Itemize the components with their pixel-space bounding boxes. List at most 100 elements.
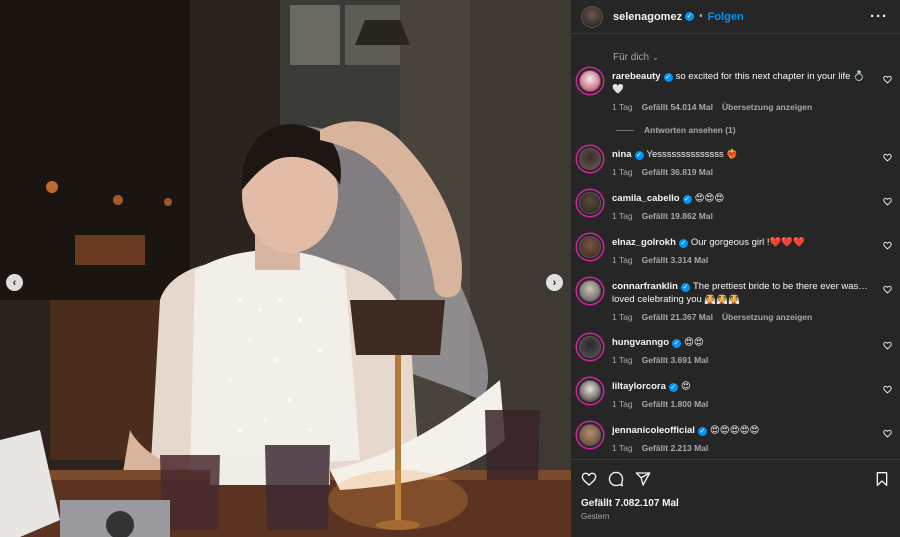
comment-like-icon[interactable] xyxy=(883,285,892,294)
comment-likes[interactable]: Gefällt 21.367 Mal xyxy=(642,312,713,322)
comment-meta: 1 Tag Gefällt 1.800 Mal xyxy=(612,399,892,409)
comment-meta: 1 Tag Gefällt 2.213 Mal xyxy=(612,443,892,453)
commenter-username[interactable]: connarfranklin xyxy=(612,281,678,292)
comment-item: nina ✓ Yessssssssssssss ❤️‍🔥 1 Tag Gefällt 3… xyxy=(579,148,892,177)
author-username[interactable]: selenagomez xyxy=(613,11,682,23)
commenter-avatar[interactable] xyxy=(579,192,601,214)
comment-age[interactable]: 1 Tag xyxy=(612,211,633,221)
comment-body: jennanicoleofficial ✓ 😍😍😍😍😍 xyxy=(612,424,872,437)
comment-item: camila_cabello ✓ 😍😍😍 1 Tag Gefällt 19.862 Ma… xyxy=(579,192,892,221)
comment-like-icon[interactable] xyxy=(883,429,892,438)
commenter-avatar[interactable] xyxy=(579,70,601,92)
post-photo[interactable]: ‹ › xyxy=(0,0,571,537)
comment-body: camila_cabello ✓ 😍😍😍 xyxy=(612,192,872,205)
verified-icon: ✓ xyxy=(672,339,681,348)
comment-item: elnaz_golrokh ✓ Our gorgeous girl !❤️❤️❤️ 1… xyxy=(579,236,892,265)
comment-meta: 1 Tag Gefällt 21.367 Mal Übersetzung anzei… xyxy=(612,312,892,322)
comment-likes[interactable]: Gefällt 2.213 Mal xyxy=(642,443,709,453)
comment-age[interactable]: 1 Tag xyxy=(612,399,633,409)
photo-illustration xyxy=(0,0,571,537)
comment-meta: 1 Tag Gefällt 36.819 Mal xyxy=(612,167,892,177)
translate-button[interactable]: Übersetzung anzeigen xyxy=(722,102,812,112)
post-header: selenagomez ✓ • Folgen ··· xyxy=(571,0,900,33)
comment-body: connarfranklin ✓ The prettiest bride to be… xyxy=(612,280,872,306)
post-actions: Gefällt 7.082.107 Mal Gestern xyxy=(571,459,900,537)
verified-icon: ✓ xyxy=(697,427,707,436)
comment-item: liltaylorcora ✓ 😍 1 Tag Gefällt 1.800 Mal xyxy=(579,380,892,409)
comment-like-icon[interactable] xyxy=(883,341,892,350)
comment-meta: 1 Tag Gefällt 19.862 Mal xyxy=(612,211,892,221)
comment-likes[interactable]: Gefällt 1.800 Mal xyxy=(642,399,709,409)
commenter-username[interactable]: camila_cabello xyxy=(612,193,680,204)
comment-likes[interactable]: Gefällt 3.691 Mal xyxy=(642,355,709,365)
verified-icon: ✓ xyxy=(668,383,678,392)
comment-like-icon[interactable] xyxy=(883,197,892,206)
comment-age[interactable]: 1 Tag xyxy=(612,443,633,453)
comment-age[interactable]: 1 Tag xyxy=(612,167,633,177)
comment-likes[interactable]: Gefällt 36.819 Mal xyxy=(642,167,713,177)
commenter-username[interactable]: nina xyxy=(612,149,632,160)
comment-text: 😍😍😍😍😍 xyxy=(709,425,760,436)
comment-age[interactable]: 1 Tag xyxy=(612,102,633,112)
comment-body: nina ✓ Yessssssssssssss ❤️‍🔥 xyxy=(612,148,872,161)
comment-item: jennanicoleofficial ✓ 😍😍😍😍😍 1 Tag Gefällt 2.… xyxy=(579,424,892,453)
separator-dot: • xyxy=(699,11,703,22)
comment-age[interactable]: 1 Tag xyxy=(612,312,633,322)
commenter-username[interactable]: liltaylorcora xyxy=(612,381,666,392)
verified-icon: ✓ xyxy=(681,283,690,292)
comment-like-icon[interactable] xyxy=(883,75,892,84)
comment-text: Our gorgeous girl !❤️❤️❤️ xyxy=(690,237,806,248)
likes-count[interactable]: Gefällt 7.082.107 Mal xyxy=(581,498,679,509)
comment-like-icon[interactable] xyxy=(883,153,892,162)
comment-body: rarebeauty ✓ so excited for this next chap… xyxy=(612,70,872,96)
comment-item: connarfranklin ✓ The prettiest bride to be… xyxy=(579,280,892,322)
comment-item: hungvanngo ✓ 😍😍 1 Tag Gefällt 3.691 Mal xyxy=(579,336,892,365)
commenter-avatar[interactable] xyxy=(579,280,601,302)
next-image-button[interactable]: › xyxy=(546,274,563,291)
sort-label: Für dich xyxy=(613,52,650,63)
author-avatar[interactable] xyxy=(581,5,603,28)
commenter-avatar[interactable] xyxy=(579,380,601,402)
commenter-avatar[interactable] xyxy=(579,148,601,170)
previous-image-button[interactable]: ‹ xyxy=(6,274,23,291)
comment-meta: 1 Tag Gefällt 54.014 Mal Übersetzung anzei… xyxy=(612,102,892,112)
commenter-username[interactable]: elnaz_golrokh xyxy=(612,237,676,248)
comments-panel: selenagomez ✓ • Folgen ··· Für dich ⌄ Ant… xyxy=(571,0,900,537)
translate-button[interactable]: Übersetzung anzeigen xyxy=(722,312,812,322)
comment-age[interactable]: 1 Tag xyxy=(612,255,633,265)
comment-likes[interactable]: Gefällt 19.862 Mal xyxy=(642,211,713,221)
comment-body: liltaylorcora ✓ 😍 xyxy=(612,380,872,393)
follow-button[interactable]: Folgen xyxy=(708,11,744,23)
commenter-username[interactable]: hungvanngo xyxy=(612,337,669,348)
comment-like-icon[interactable] xyxy=(883,385,892,394)
comment-text: 😍😍😍 xyxy=(694,193,725,204)
verified-icon: ✓ xyxy=(634,151,644,160)
commenter-avatar[interactable] xyxy=(579,236,601,258)
comment-age[interactable]: 1 Tag xyxy=(612,355,633,365)
commenter-username[interactable]: rarebeauty xyxy=(612,71,661,82)
comment-text: Yessssssssssssss ❤️‍🔥 xyxy=(646,149,739,160)
verified-icon: ✓ xyxy=(663,73,673,82)
chevron-down-icon: ⌄ xyxy=(652,53,659,62)
post-date[interactable]: Gestern xyxy=(581,512,609,521)
commenter-username[interactable]: jennanicoleofficial xyxy=(612,425,695,436)
share-icon[interactable] xyxy=(635,471,651,487)
view-replies-button[interactable]: Antworten ansehen (1) xyxy=(616,125,736,135)
comment-likes[interactable]: Gefällt 54.014 Mal xyxy=(642,102,713,112)
more-options-icon[interactable]: ··· xyxy=(870,8,888,25)
comment-likes[interactable]: Gefällt 3.314 Mal xyxy=(642,255,709,265)
commenter-avatar[interactable] xyxy=(579,424,601,446)
save-bookmark-icon[interactable] xyxy=(874,471,890,487)
comment-meta: 1 Tag Gefällt 3.691 Mal xyxy=(612,355,892,365)
comment-sort-dropdown[interactable]: Für dich ⌄ xyxy=(571,34,900,74)
view-replies-label: Antworten ansehen (1) xyxy=(644,125,736,135)
commenter-avatar[interactable] xyxy=(579,336,601,358)
verified-icon: ✓ xyxy=(685,12,695,21)
comment-icon[interactable] xyxy=(608,471,624,487)
verified-icon: ✓ xyxy=(678,239,688,248)
like-icon[interactable] xyxy=(581,471,597,487)
comment-body: hungvanngo ✓ 😍😍 xyxy=(612,336,872,349)
comment-text: 😍😍 xyxy=(684,337,704,348)
replies-line xyxy=(616,129,634,131)
comment-like-icon[interactable] xyxy=(883,241,892,250)
